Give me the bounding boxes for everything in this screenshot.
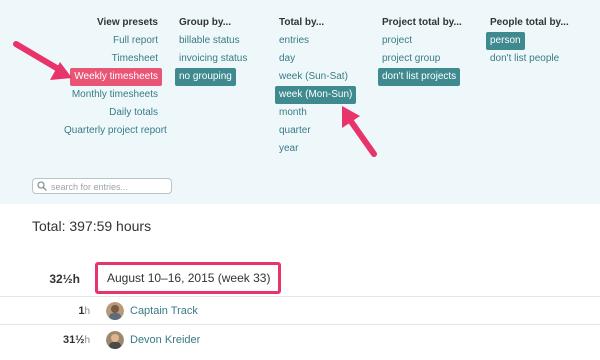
search-icon	[37, 181, 47, 191]
group-by-column: Group by... billable status invoicing st…	[175, 14, 251, 86]
search-placeholder: search for entries...	[51, 182, 129, 192]
project-total-by-column: Project total by... project project grou…	[378, 14, 462, 86]
group-by-billable-status[interactable]: billable status	[179, 32, 251, 50]
project-total-by-project[interactable]: project	[382, 32, 462, 50]
divider	[0, 324, 600, 325]
annotation-arrow-presets	[13, 41, 72, 80]
group-by-no-grouping[interactable]: no grouping	[175, 68, 251, 86]
avatar-captain-track	[106, 302, 124, 320]
project-total-by-heading: Project total by...	[382, 17, 462, 28]
person-hours-captain-track: 1h	[78, 305, 90, 317]
person-link-devon-kreider[interactable]: Devon Kreider	[130, 334, 200, 346]
people-total-by-heading: People total by...	[490, 17, 569, 28]
person-link-captain-track[interactable]: Captain Track	[130, 305, 198, 317]
people-total-by-column: People total by... person don't list peo…	[486, 14, 569, 68]
total-by-day[interactable]: day	[279, 50, 356, 68]
total-by-week-sun-sat[interactable]: week (Sun-Sat)	[279, 68, 356, 86]
project-total-by-project-group[interactable]: project group	[382, 50, 462, 68]
week-hours: 32½h	[49, 272, 80, 286]
search-input[interactable]: search for entries...	[32, 178, 172, 194]
total-by-entries[interactable]: entries	[279, 32, 356, 50]
week-group-heading: August 10–16, 2015 (week 33)	[95, 262, 281, 294]
preset-quarterly-project-report[interactable]: Quarterly project report	[60, 122, 167, 140]
group-by-invoicing-status[interactable]: invoicing status	[179, 50, 251, 68]
people-total-by-person[interactable]: person	[486, 32, 569, 50]
preset-daily-totals[interactable]: Daily totals	[60, 104, 158, 122]
total-hours: Total: 397:59 hours	[32, 218, 152, 234]
report-filters-panel: View presets Full report Timesheet Weekl…	[0, 0, 600, 204]
person-hours-devon-kreider: 31½h	[63, 334, 90, 346]
annotation-arrow-total-by	[342, 106, 377, 157]
group-by-heading: Group by...	[179, 17, 232, 28]
people-total-by-dont-list[interactable]: don't list people	[490, 50, 569, 68]
divider	[0, 296, 600, 297]
avatar-devon-kreider	[106, 331, 124, 349]
total-by-heading: Total by...	[279, 17, 325, 28]
project-total-by-dont-list[interactable]: don't list projects	[378, 68, 462, 86]
